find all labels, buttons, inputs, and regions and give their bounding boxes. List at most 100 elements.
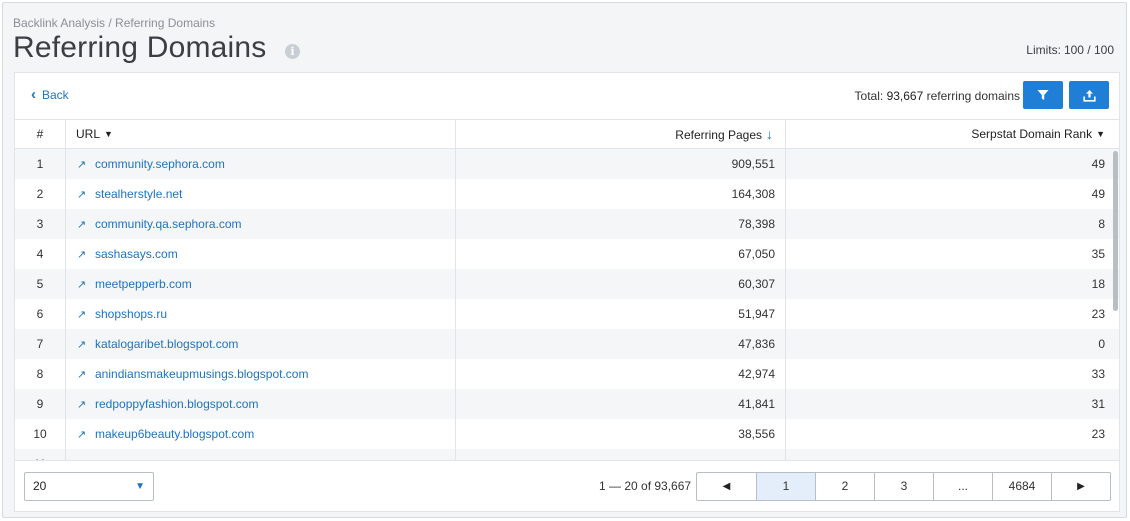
table-row: 1 ↗ community.sephora.com 909,551 49 [15, 149, 1119, 179]
info-icon[interactable]: i [285, 44, 300, 59]
row-domain-rank-cell: 0 [785, 329, 1119, 359]
table-row: 6 ↗ shopshops.ru 51,947 23 [15, 299, 1119, 329]
row-referring-pages-cell: 164,308 [455, 179, 785, 209]
column-header-rank-label: Serpstat Domain Rank [971, 127, 1093, 141]
external-link-icon[interactable]: ↗ [77, 420, 89, 450]
chevron-left-icon: ‹ [31, 86, 36, 103]
table-row: 2 ↗ stealherstyle.net 164,308 49 [15, 179, 1119, 209]
row-number-cell: 4 [36, 247, 44, 261]
row-number-cell: 6 [36, 307, 44, 321]
domain-link[interactable]: community.qa.sephora.com [95, 217, 242, 231]
column-header-url[interactable]: URL ▼ [65, 120, 455, 149]
total-count: Total: 93,667 referring domains [855, 89, 1020, 103]
external-link-icon[interactable]: ↗ [77, 240, 89, 270]
domain-link[interactable]: anindiansmakeupmusings.blogspot.com [95, 367, 308, 381]
back-button[interactable]: ‹ Back [31, 86, 69, 103]
row-domain-rank-cell [785, 449, 1119, 460]
total-suffix: referring domains [926, 89, 1020, 103]
row-domain-rank-cell: 8 [785, 209, 1119, 239]
external-link-icon[interactable]: ↗ [77, 390, 89, 420]
page-button[interactable]: 4684 [992, 473, 1051, 500]
caret-down-icon: ▼ [1096, 129, 1105, 139]
domain-link[interactable]: meetpepperb.com [95, 277, 192, 291]
row-referring-pages-cell: 51,947 [455, 299, 785, 329]
domain-link[interactable]: sashasays.com [95, 247, 178, 261]
total-value: 93,667 [886, 89, 924, 103]
limits-value: 100 / 100 [1063, 43, 1114, 57]
export-button[interactable] [1069, 81, 1109, 109]
row-number-cell: 2 [36, 187, 44, 201]
row-number-cell: 1 [36, 157, 44, 171]
pagination: ◀ 1 2 3... 4684 ▶ [696, 472, 1111, 501]
external-link-icon[interactable]: ↗ [77, 150, 89, 180]
row-number-cell: 9 [36, 397, 44, 411]
row-url-cell: ↗ stealherstyle.net [65, 179, 455, 209]
row-url-cell: ↗ meetpepperb.com [65, 269, 455, 299]
row-referring-pages-cell: 38,556 [455, 419, 785, 449]
external-link-icon[interactable]: ↗ [77, 450, 89, 460]
page-title: Referring Domains [13, 31, 267, 64]
breadcrumb[interactable]: Backlink Analysis / Referring Domains [13, 16, 215, 30]
total-prefix: Total: [854, 89, 884, 103]
next-page-button[interactable]: ▶ [1051, 473, 1110, 500]
row-referring-pages-cell: 60,307 [455, 269, 785, 299]
domain-link[interactable]: katalogaribet.blogspot.com [95, 337, 238, 351]
external-link-icon[interactable]: ↗ [77, 330, 89, 360]
table-row: 10 ↗ makeup6beauty.blogspot.com 38,556 23 [15, 419, 1119, 449]
row-url-cell: ↗ katalogaribet.blogspot.com [65, 329, 455, 359]
table-footer: 20 ▼ 1 — 20 of 93,667 ◀ 1 2 3... 4684 ▶ [15, 460, 1119, 511]
page-button[interactable]: 2 [815, 473, 874, 500]
table-row: 8 ↗ anindiansmakeupmusings.blogspot.com 42,… [15, 359, 1119, 390]
page-button[interactable]: 3 [874, 473, 933, 500]
external-link-icon[interactable]: ↗ [77, 300, 89, 330]
external-link-icon[interactable]: ↗ [77, 210, 89, 240]
column-header-pages-label: Referring Pages [675, 128, 762, 142]
sort-descending-icon: ↓ [766, 126, 773, 142]
row-url-cell: ↗ [65, 449, 455, 460]
back-label: Back [42, 88, 69, 102]
domain-link[interactable]: shopshops.ru [95, 307, 167, 321]
row-domain-rank-cell: 23 [785, 299, 1119, 329]
page-button[interactable]: ... [933, 473, 992, 500]
filter-button[interactable] [1023, 81, 1063, 109]
table-row: 11 ↗ [15, 449, 1119, 460]
filter-icon [1037, 90, 1049, 100]
domain-link[interactable]: makeup6beauty.blogspot.com [95, 427, 254, 441]
row-referring-pages-cell: 67,050 [455, 239, 785, 269]
row-referring-pages-cell: 42,974 [455, 359, 785, 389]
row-referring-pages-cell [455, 449, 785, 460]
results-panel: ‹ Back Total: 93,667 referring domains #… [14, 72, 1120, 512]
row-url-cell: ↗ redpoppyfashion.blogspot.com [65, 389, 455, 419]
column-header-url-label: URL [76, 127, 101, 141]
row-url-cell: ↗ shopshops.ru [65, 299, 455, 329]
row-url-cell: ↗ community.sephora.com [65, 149, 455, 179]
table-row: 9 ↗ redpoppyfashion.blogspot.com 41,841 31 [15, 389, 1119, 419]
domain-link[interactable]: community.sephora.com [95, 157, 225, 171]
table-row: 7 ↗ katalogaribet.blogspot.com 47,836 0 [15, 329, 1119, 359]
column-header-referring-pages[interactable]: Referring Pages ↓ [455, 120, 785, 149]
external-link-icon[interactable]: ↗ [77, 180, 89, 210]
prev-page-button[interactable]: ◀ [697, 473, 756, 500]
external-link-icon[interactable]: ↗ [77, 270, 89, 300]
row-domain-rank-cell: 33 [785, 359, 1119, 389]
limits-indicator: Limits: 100 / 100 [1026, 43, 1114, 57]
chevron-down-icon: ▼ [135, 481, 145, 492]
row-number-cell: 3 [36, 217, 44, 231]
table-row: 5 ↗ meetpepperb.com 60,307 18 [15, 269, 1119, 299]
domain-link[interactable]: stealherstyle.net [95, 187, 182, 201]
domain-link[interactable]: redpoppyfashion.blogspot.com [95, 397, 258, 411]
row-domain-rank-cell: 49 [785, 149, 1119, 179]
row-referring-pages-cell: 41,841 [455, 389, 785, 419]
scrollbar-thumb[interactable] [1113, 151, 1118, 311]
per-page-select[interactable]: 20 ▼ [24, 472, 154, 501]
row-number-cell: 10 [33, 427, 47, 441]
row-url-cell: ↗ makeup6beauty.blogspot.com [65, 419, 455, 449]
row-domain-rank-cell: 23 [785, 419, 1119, 449]
external-link-icon[interactable]: ↗ [77, 360, 89, 390]
column-header-number: # [36, 127, 44, 141]
column-header-domain-rank[interactable]: Serpstat Domain Rank ▼ [785, 120, 1119, 149]
table-body: 1 ↗ community.sephora.com 909,551 49 2 ↗ stealh… [15, 149, 1119, 460]
row-domain-rank-cell: 49 [785, 179, 1119, 209]
page-button[interactable]: 1 [756, 473, 815, 500]
row-number-cell: 8 [36, 367, 44, 381]
